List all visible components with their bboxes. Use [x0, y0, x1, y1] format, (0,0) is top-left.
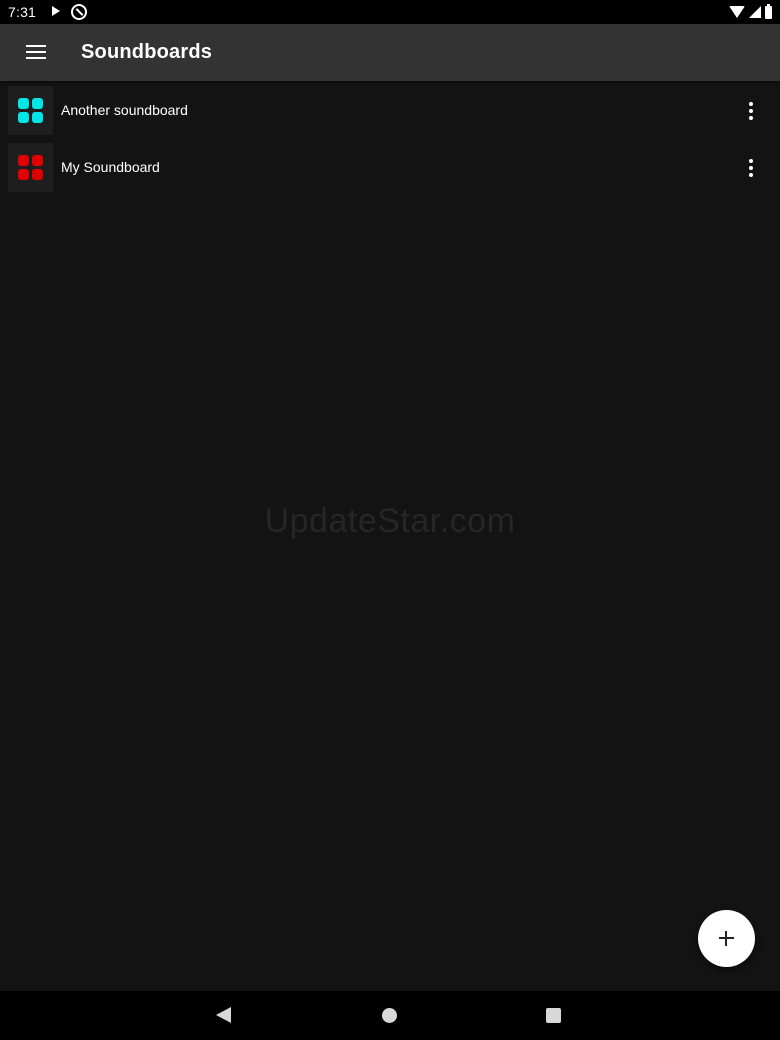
soundboard-name: Another soundboard	[61, 102, 188, 118]
page-title: Soundboards	[81, 41, 213, 63]
navigation-bar	[0, 991, 780, 1040]
signal-icon	[749, 6, 761, 18]
app-bar: Soundboards	[0, 24, 780, 81]
app-notification-icon	[71, 4, 87, 20]
grid-icon	[18, 155, 43, 180]
screen: 7:31 Soundboards Another soundboard My S…	[0, 0, 780, 1040]
more-vert-icon	[749, 159, 753, 177]
add-soundboard-button[interactable]	[698, 910, 755, 967]
soundboard-thumbnail	[8, 86, 53, 135]
recents-icon[interactable]	[546, 1008, 561, 1023]
soundboard-list: Another soundboard My Soundboard	[0, 82, 780, 196]
status-icons	[729, 3, 772, 20]
status-time: 7:31	[8, 4, 37, 20]
status-bar: 7:31	[0, 0, 780, 24]
battery-icon	[765, 3, 772, 19]
hamburger-menu-icon	[26, 45, 46, 59]
more-options-button[interactable]	[734, 151, 768, 185]
back-icon[interactable]	[216, 1007, 231, 1023]
more-vert-icon	[749, 102, 753, 120]
list-item[interactable]: My Soundboard	[0, 139, 780, 196]
more-options-button[interactable]	[734, 94, 768, 128]
play-icon	[52, 6, 60, 16]
wifi-icon	[729, 6, 745, 18]
watermark: UpdateStar.com	[264, 502, 516, 540]
list-item[interactable]: Another soundboard	[0, 82, 780, 139]
grid-icon	[18, 98, 43, 123]
soundboard-thumbnail	[8, 143, 53, 192]
menu-button[interactable]	[16, 32, 56, 72]
home-icon[interactable]	[382, 1008, 397, 1023]
plus-icon	[719, 931, 734, 946]
soundboard-name: My Soundboard	[61, 159, 160, 175]
